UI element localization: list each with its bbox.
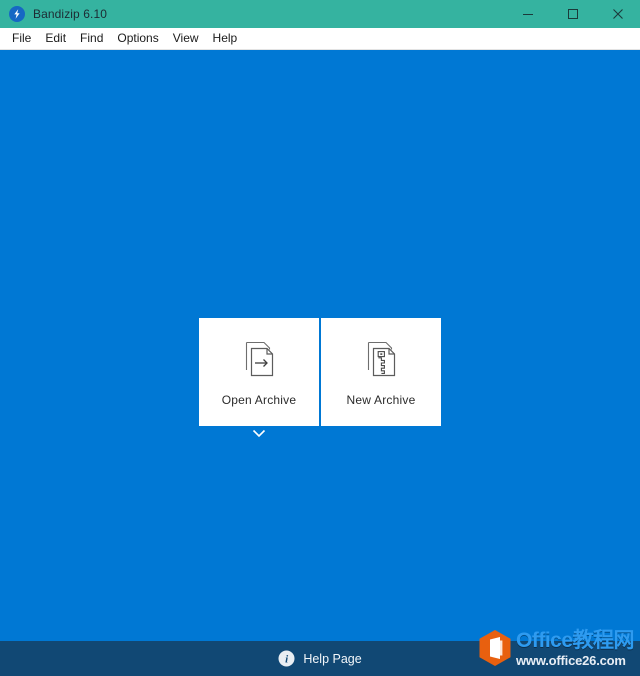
action-cards: Open Archive New Archive — [199, 318, 441, 426]
open-archive-label: Open Archive — [221, 393, 297, 407]
menu-view[interactable]: View — [166, 29, 206, 48]
open-archive-card[interactable]: Open Archive — [199, 318, 319, 426]
expand-recent-button[interactable] — [199, 429, 319, 438]
menu-edit[interactable]: Edit — [38, 29, 73, 48]
title-bar: Bandizip 6.10 — [0, 0, 640, 28]
new-archive-label: New Archive — [346, 393, 416, 407]
minimize-button[interactable] — [505, 0, 550, 28]
minimize-icon — [522, 14, 533, 15]
maximize-icon — [567, 9, 578, 19]
status-bar: i Help Page Office教程网 www.office26.com — [0, 630, 640, 676]
menu-find[interactable]: Find — [73, 29, 110, 48]
window-title: Bandizip 6.10 — [33, 7, 108, 21]
close-icon — [612, 9, 623, 19]
new-archive-icon — [362, 337, 400, 383]
bandizip-main-window: Bandizip 6.10 File Edit Find Options Vie… — [0, 0, 640, 676]
window-controls — [505, 0, 640, 28]
menu-bar: File Edit Find Options View Help — [0, 28, 640, 50]
open-archive-icon — [240, 337, 278, 383]
maximize-button[interactable] — [550, 0, 595, 28]
watermark-url: www.office26.com — [516, 652, 626, 668]
menu-options[interactable]: Options — [110, 29, 165, 48]
help-page-label: Help Page — [303, 651, 362, 666]
action-card-group: Open Archive New Archive — [199, 318, 441, 438]
new-archive-card[interactable]: New Archive — [321, 318, 441, 426]
main-canvas: Open Archive New Archive — [0, 50, 640, 641]
close-button[interactable] — [595, 0, 640, 28]
help-page-button[interactable]: i Help Page — [278, 650, 362, 667]
info-icon: i — [278, 650, 295, 667]
menu-help[interactable]: Help — [206, 29, 245, 48]
chevron-down-icon — [252, 429, 266, 438]
bandizip-lightning-icon — [9, 6, 25, 22]
menu-file[interactable]: File — [5, 29, 38, 48]
